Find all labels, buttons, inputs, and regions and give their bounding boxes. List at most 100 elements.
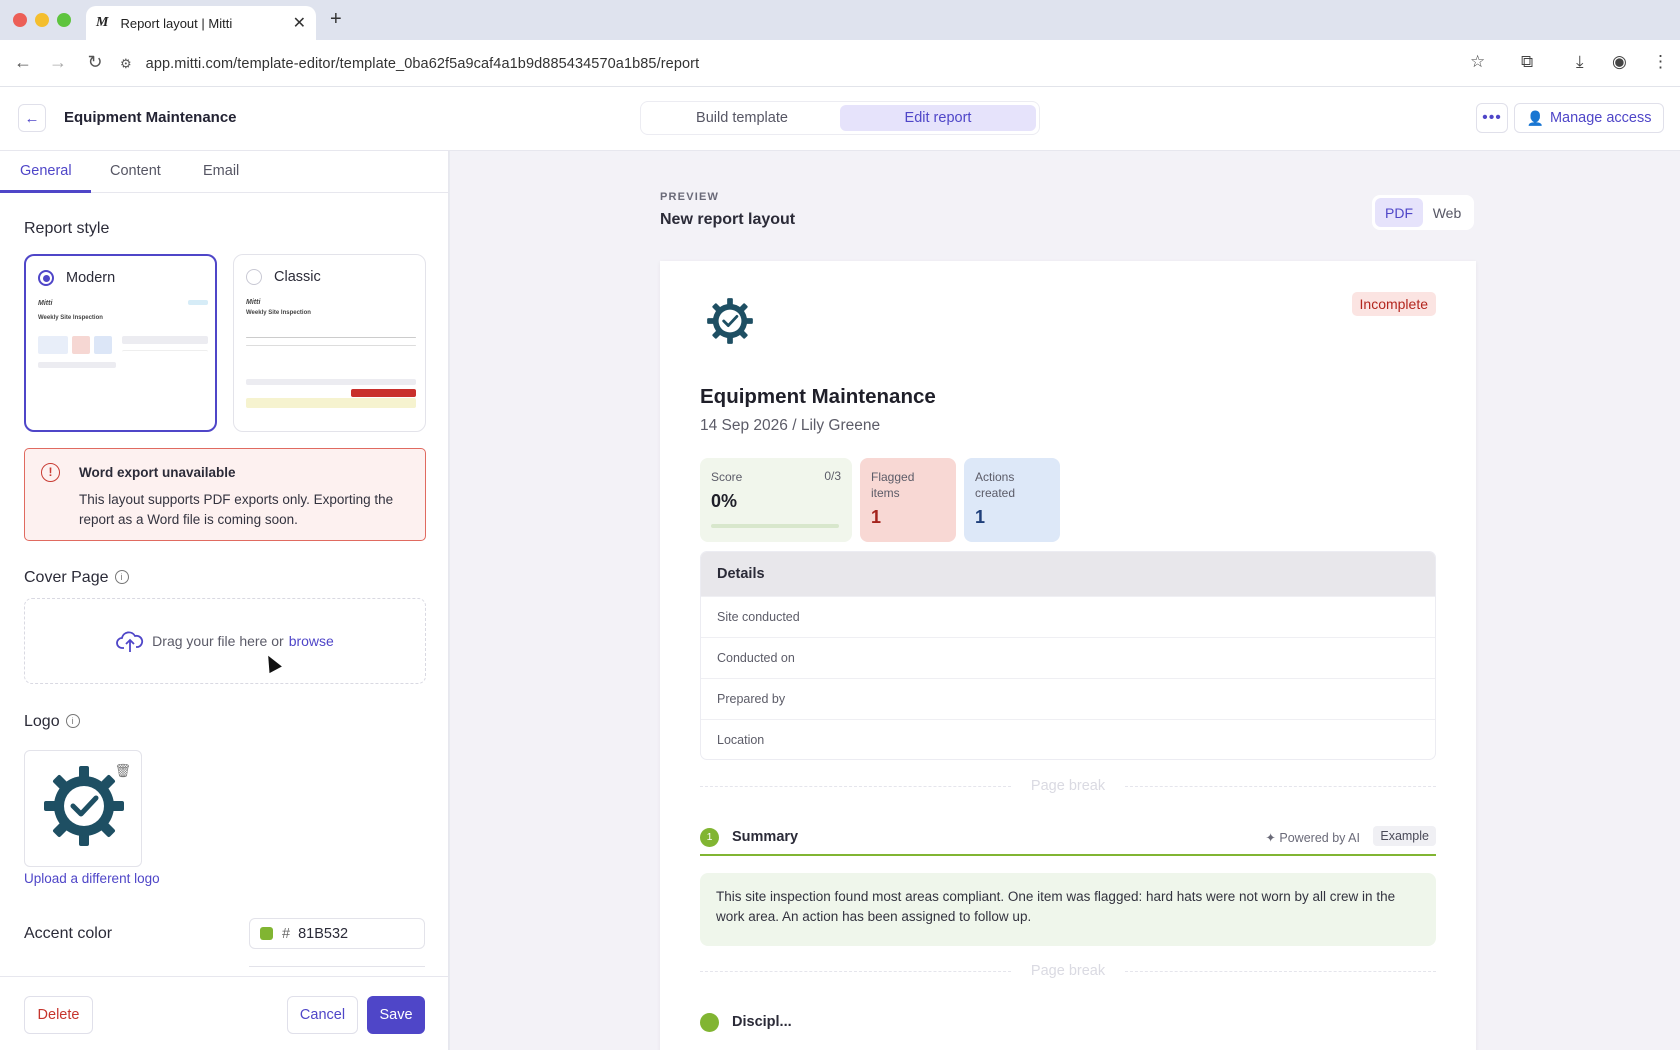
tab-content[interactable]: Content <box>110 163 161 179</box>
thumb-badge <box>188 300 208 305</box>
tab-pdf[interactable]: PDF <box>1375 198 1423 227</box>
cloud-upload-icon <box>116 631 144 652</box>
forward-arrow-icon[interactable]: → <box>47 52 69 73</box>
cover-page-heading: Cover Page i <box>24 569 129 587</box>
details-table: Details Site conducted Conducted on Prep… <box>700 551 1436 760</box>
detail-row: Location <box>701 719 1435 759</box>
next-section-header: Discipl... <box>700 1013 900 1033</box>
thumb-details-bar <box>38 362 116 368</box>
browser-tabbar: M Report layout | Mitti ✕ + <box>0 0 1680 40</box>
alert-title: Word export unavailable <box>79 465 236 480</box>
star-icon[interactable]: ☆ <box>1470 52 1485 72</box>
score-denominator: 0/3 <box>824 469 841 483</box>
summary-body: This site inspection found most areas co… <box>700 873 1436 946</box>
logo-label: Logo <box>24 713 60 730</box>
browser-tab[interactable]: M Report layout | Mitti ✕ <box>86 6 316 40</box>
thumb-action-block <box>94 336 112 354</box>
thumb-flag-bar <box>351 389 416 397</box>
panel-footer: Delete Cancel Save <box>0 976 448 1050</box>
tab-build-template[interactable]: Build template <box>644 105 840 131</box>
active-tab-indicator <box>0 190 91 193</box>
flagged-label: Flagged items <box>871 470 915 500</box>
tab-email[interactable]: Email <box>203 163 239 179</box>
mode-switch: Build template Edit report <box>640 101 1040 135</box>
next-field-edge <box>249 966 425 972</box>
thumb-rule <box>246 337 416 338</box>
reload-icon[interactable]: ↻ <box>84 52 106 73</box>
preview-area: PREVIEW New report layout PDF Web Incomp… <box>450 151 1680 1050</box>
url-text: app.mitti.com/template-editor/template_0… <box>145 55 700 72</box>
sparkle-icon: ✦ <box>1265 831 1276 845</box>
score-label: Score <box>711 470 743 484</box>
gear-check-icon <box>707 298 753 344</box>
thumb-yellow-bar <box>246 398 416 408</box>
report-subtitle: 14 Sep 2026 / Lily Greene <box>700 417 881 434</box>
upload-logo-link[interactable]: Upload a different logo <box>24 871 160 886</box>
summary-header: 1 Summary ✦ Powered by AI Example <box>700 826 1436 856</box>
extensions-icon[interactable]: ⧉ <box>1521 52 1533 72</box>
window-close-button[interactable] <box>13 13 27 27</box>
alert-body: This layout supports PDF exports only. E… <box>79 492 394 527</box>
score-progress-bar <box>711 524 839 528</box>
page-break: Page break <box>700 778 1437 794</box>
tab-web[interactable]: Web <box>1423 198 1471 227</box>
cover-page-label: Cover Page <box>24 569 109 586</box>
tab-close-icon[interactable]: ✕ <box>293 13 306 33</box>
actions-value: 1 <box>975 507 986 527</box>
more-options-button[interactable]: ••• <box>1476 103 1508 133</box>
accent-color-value: 81B532 <box>298 925 349 942</box>
next-section-title: Discipl... <box>732 1014 792 1030</box>
info-icon[interactable]: i <box>114 570 129 584</box>
download-icon[interactable]: ⤓ <box>1576 52 1584 72</box>
page-break-line <box>1125 970 1437 972</box>
back-arrow-icon[interactable]: ← <box>12 52 34 73</box>
style-label-classic: Classic <box>274 269 321 285</box>
style-option-classic[interactable]: Classic Mitti Weekly Site Inspection <box>233 254 426 432</box>
manage-access-button[interactable]: 👤 Manage access <box>1514 103 1664 133</box>
radio-classic[interactable] <box>246 269 262 285</box>
page-break-line <box>700 785 1011 787</box>
arrow-left-icon: ← <box>24 109 40 127</box>
thumb-header-bar <box>122 336 208 344</box>
tab-title: Report layout | Mitti <box>120 15 233 31</box>
tab-general[interactable]: General <box>20 163 72 179</box>
page-break-line <box>1125 785 1437 787</box>
user-gear-icon: 👤 <box>1526 109 1544 126</box>
color-swatch[interactable] <box>260 927 273 940</box>
style-option-modern[interactable]: Modern Mitti Weekly Site Inspection <box>24 254 217 432</box>
mitti-favicon-icon: M <box>96 15 109 30</box>
classic-thumbnail: Mitti Weekly Site Inspection <box>246 299 416 423</box>
flagged-value: 1 <box>871 507 882 527</box>
tab-edit-report[interactable]: Edit report <box>840 105 1036 131</box>
powered-by-ai: ✦ Powered by AI <box>1265 830 1360 845</box>
delete-button[interactable]: Delete <box>24 996 93 1034</box>
score-card: Score 0/3 0% <box>700 458 852 542</box>
browse-link[interactable]: browse <box>289 633 334 649</box>
save-button[interactable]: Save <box>367 996 425 1034</box>
profile-icon[interactable]: ◉ <box>1612 52 1627 72</box>
accent-color-input[interactable]: # 81B532 <box>249 918 425 949</box>
window-zoom-button[interactable] <box>57 13 71 27</box>
report-title: Equipment Maintenance <box>700 385 936 408</box>
detail-row: Prepared by <box>701 678 1435 719</box>
address-bar[interactable]: ⚙ app.mitti.com/template-editor/template… <box>120 46 1480 81</box>
logo-heading: Logo i <box>24 713 80 731</box>
trash-icon[interactable]: 🗑 <box>114 763 131 779</box>
menu-dots-icon[interactable]: ⋮ <box>1652 52 1669 72</box>
settings-tabs: General Content Email <box>0 151 448 193</box>
hash-prefix: # <box>282 925 291 942</box>
app-header: ← Equipment Maintenance Build template E… <box>0 87 1680 151</box>
cover-page-dropzone[interactable]: Drag your file here or browse <box>24 598 426 684</box>
new-tab-icon[interactable]: + <box>330 8 342 31</box>
actions-card: Actions created 1 <box>964 458 1060 542</box>
alert-circle-icon: ! <box>41 463 60 482</box>
summary-title: Summary <box>732 829 799 845</box>
site-info-icon[interactable]: ⚙ <box>120 56 132 72</box>
cancel-button[interactable]: Cancel <box>287 996 358 1034</box>
window-minimize-button[interactable] <box>35 13 49 27</box>
details-heading: Details <box>701 552 1435 596</box>
radio-modern[interactable] <box>38 270 54 286</box>
back-button[interactable]: ← <box>18 104 46 132</box>
info-icon[interactable]: i <box>65 714 80 728</box>
word-export-alert: ! Word export unavailable This layout su… <box>24 448 426 541</box>
